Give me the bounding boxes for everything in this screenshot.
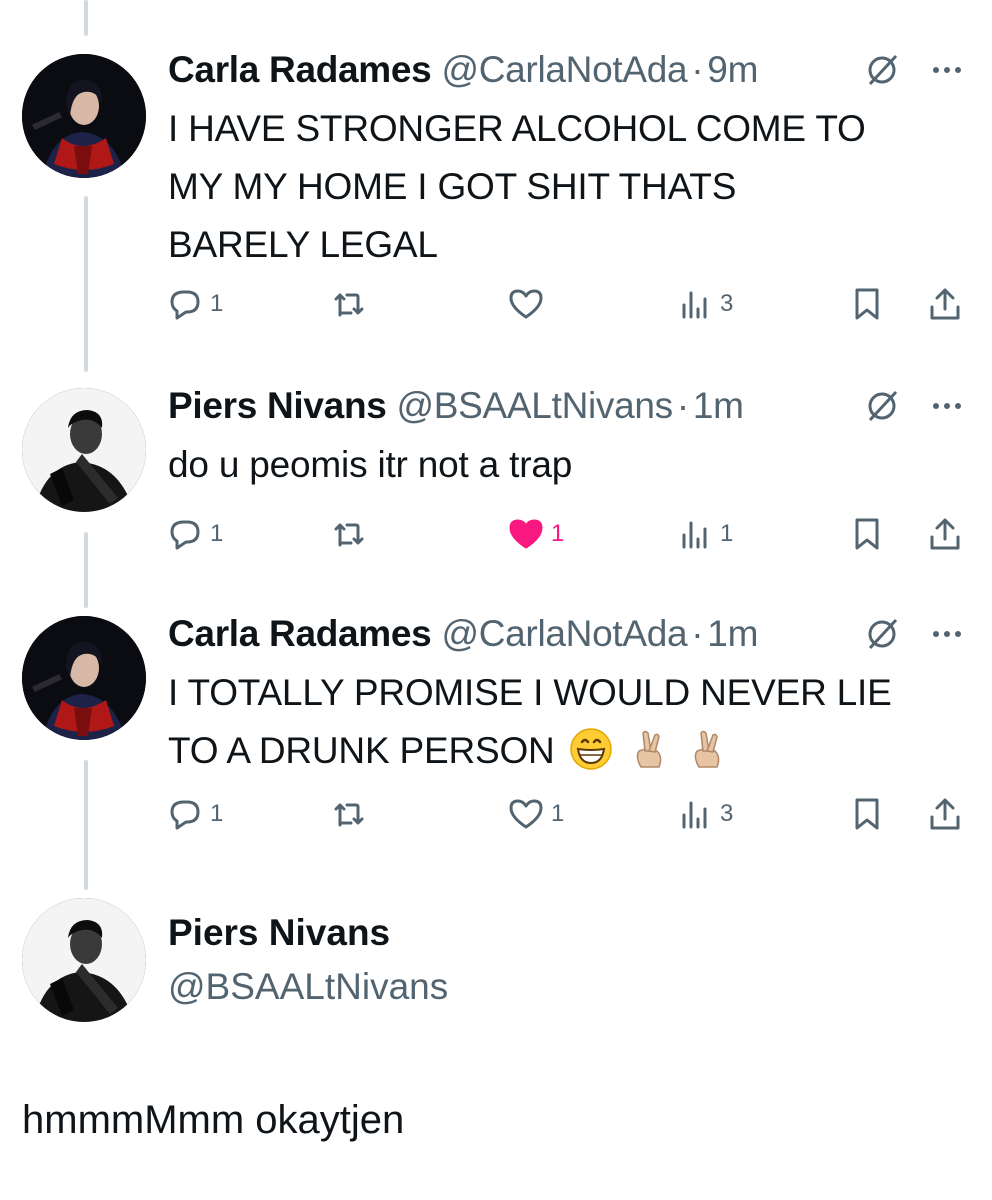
avatar[interactable] bbox=[22, 54, 146, 178]
tweet-header: Piers Nivans @BSAALtNivans · 1m bbox=[168, 384, 744, 428]
retweet-button[interactable] bbox=[330, 794, 374, 834]
focused-author-name[interactable]: Piers Nivans bbox=[168, 912, 390, 954]
share-button[interactable] bbox=[926, 794, 964, 834]
reply-button[interactable]: 1 bbox=[166, 794, 223, 834]
reply-count: 1 bbox=[210, 290, 224, 317]
crossed-fingers-emoji bbox=[636, 730, 661, 768]
views-icon bbox=[682, 801, 707, 829]
share-icon bbox=[930, 288, 960, 320]
bookmark-button[interactable] bbox=[848, 794, 886, 834]
tweet-text: I TOTALLY PROMISE I WOULD NEVER LIE TO A… bbox=[168, 664, 892, 780]
author-name[interactable]: Carla Radames bbox=[168, 613, 432, 655]
views-button[interactable]: 1 bbox=[676, 514, 733, 554]
reply-icon bbox=[170, 800, 200, 830]
more-icon[interactable] bbox=[928, 386, 966, 422]
tweet-text-line: MY MY HOME I GOT SHIT THATS bbox=[168, 166, 737, 207]
reply-icon bbox=[170, 520, 200, 550]
more-icon[interactable] bbox=[928, 614, 966, 650]
reply-button[interactable]: 1 bbox=[166, 284, 223, 324]
views-icon bbox=[682, 291, 707, 319]
avatar[interactable] bbox=[22, 898, 146, 1022]
tweet-text: I HAVE STRONGER ALCOHOL COME TO MY MY HO… bbox=[168, 100, 866, 274]
tweet-text-line: BARELY LEGAL bbox=[168, 224, 438, 265]
retweet-icon bbox=[334, 293, 364, 317]
crossed-fingers-emoji bbox=[694, 730, 719, 768]
separator: · bbox=[691, 49, 704, 90]
author-handle[interactable]: @BSAALtNivans bbox=[397, 385, 674, 427]
like-button[interactable]: 1 bbox=[507, 794, 564, 834]
more-icon[interactable] bbox=[928, 50, 966, 86]
like-count: 1 bbox=[551, 800, 565, 827]
focused-author-handle[interactable]: @BSAALtNivans bbox=[168, 966, 448, 1008]
action-bar: 1 1 1 bbox=[0, 514, 992, 554]
timestamp[interactable]: 9m bbox=[707, 49, 758, 91]
separator: · bbox=[691, 613, 704, 654]
like-icon bbox=[509, 519, 543, 549]
edited-icon bbox=[868, 390, 898, 422]
bookmark-icon bbox=[855, 798, 879, 830]
retweet-icon bbox=[334, 523, 364, 547]
author-name[interactable]: Piers Nivans bbox=[168, 385, 387, 427]
timestamp[interactable]: 1m bbox=[693, 385, 744, 427]
reply-count: 1 bbox=[210, 800, 224, 827]
separator: · bbox=[676, 385, 689, 426]
tweet-text-line-with-emoji: TO A DRUNK PERSON bbox=[168, 722, 892, 780]
avatar[interactable] bbox=[22, 616, 146, 740]
thread-line bbox=[84, 0, 88, 36]
share-icon bbox=[930, 518, 960, 550]
bookmark-button[interactable] bbox=[848, 514, 886, 554]
avatar[interactable] bbox=[22, 388, 146, 512]
views-button[interactable]: 3 bbox=[676, 794, 733, 834]
tweet-text-line: I TOTALLY PROMISE I WOULD NEVER LIE bbox=[168, 672, 892, 713]
views-count: 3 bbox=[720, 800, 734, 827]
grinning-face-emoji bbox=[569, 728, 612, 770]
retweet-button[interactable] bbox=[330, 514, 374, 554]
author-name[interactable]: Carla Radames bbox=[168, 49, 432, 91]
tweet-text-line: do u peomis itr not a trap bbox=[168, 444, 573, 485]
share-button[interactable] bbox=[926, 514, 964, 554]
tweet-text-line: I HAVE STRONGER ALCOHOL COME TO bbox=[168, 108, 866, 149]
edited-icon bbox=[868, 54, 898, 86]
share-button[interactable] bbox=[926, 284, 964, 324]
tweet-header: Carla Radames @CarlaNotAda · 9m bbox=[168, 48, 758, 92]
bookmark-icon bbox=[855, 518, 879, 550]
retweet-button[interactable] bbox=[330, 284, 374, 324]
like-button[interactable] bbox=[507, 284, 551, 324]
focused-tweet-text: hmmmMmm okaytjen bbox=[22, 1098, 405, 1142]
views-button[interactable]: 3 bbox=[676, 284, 733, 324]
like-count: 1 bbox=[551, 520, 565, 547]
views-count: 3 bbox=[720, 290, 734, 317]
views-icon bbox=[682, 521, 707, 549]
reply-count: 1 bbox=[210, 520, 224, 547]
edited-icon bbox=[868, 618, 898, 650]
author-handle[interactable]: @CarlaNotAda bbox=[441, 613, 687, 655]
author-handle[interactable]: @CarlaNotAda bbox=[441, 49, 687, 91]
tweet-text: do u peomis itr not a trap bbox=[168, 436, 572, 494]
bookmark-button[interactable] bbox=[848, 284, 886, 324]
like-icon bbox=[509, 289, 543, 319]
action-bar: 1 3 bbox=[0, 284, 992, 324]
like-button[interactable]: 1 bbox=[507, 514, 564, 554]
share-icon bbox=[930, 798, 960, 830]
timestamp[interactable]: 1m bbox=[707, 613, 758, 655]
tweet-header: Carla Radames @CarlaNotAda · 1m bbox=[168, 612, 758, 656]
reply-icon bbox=[170, 290, 200, 320]
like-icon bbox=[509, 799, 543, 829]
views-count: 1 bbox=[720, 520, 734, 547]
retweet-icon bbox=[334, 803, 364, 827]
action-bar: 1 1 3 bbox=[0, 794, 992, 834]
tweet-text-line: TO A DRUNK PERSON bbox=[168, 730, 555, 771]
reply-button[interactable]: 1 bbox=[166, 514, 223, 554]
bookmark-icon bbox=[855, 288, 879, 320]
